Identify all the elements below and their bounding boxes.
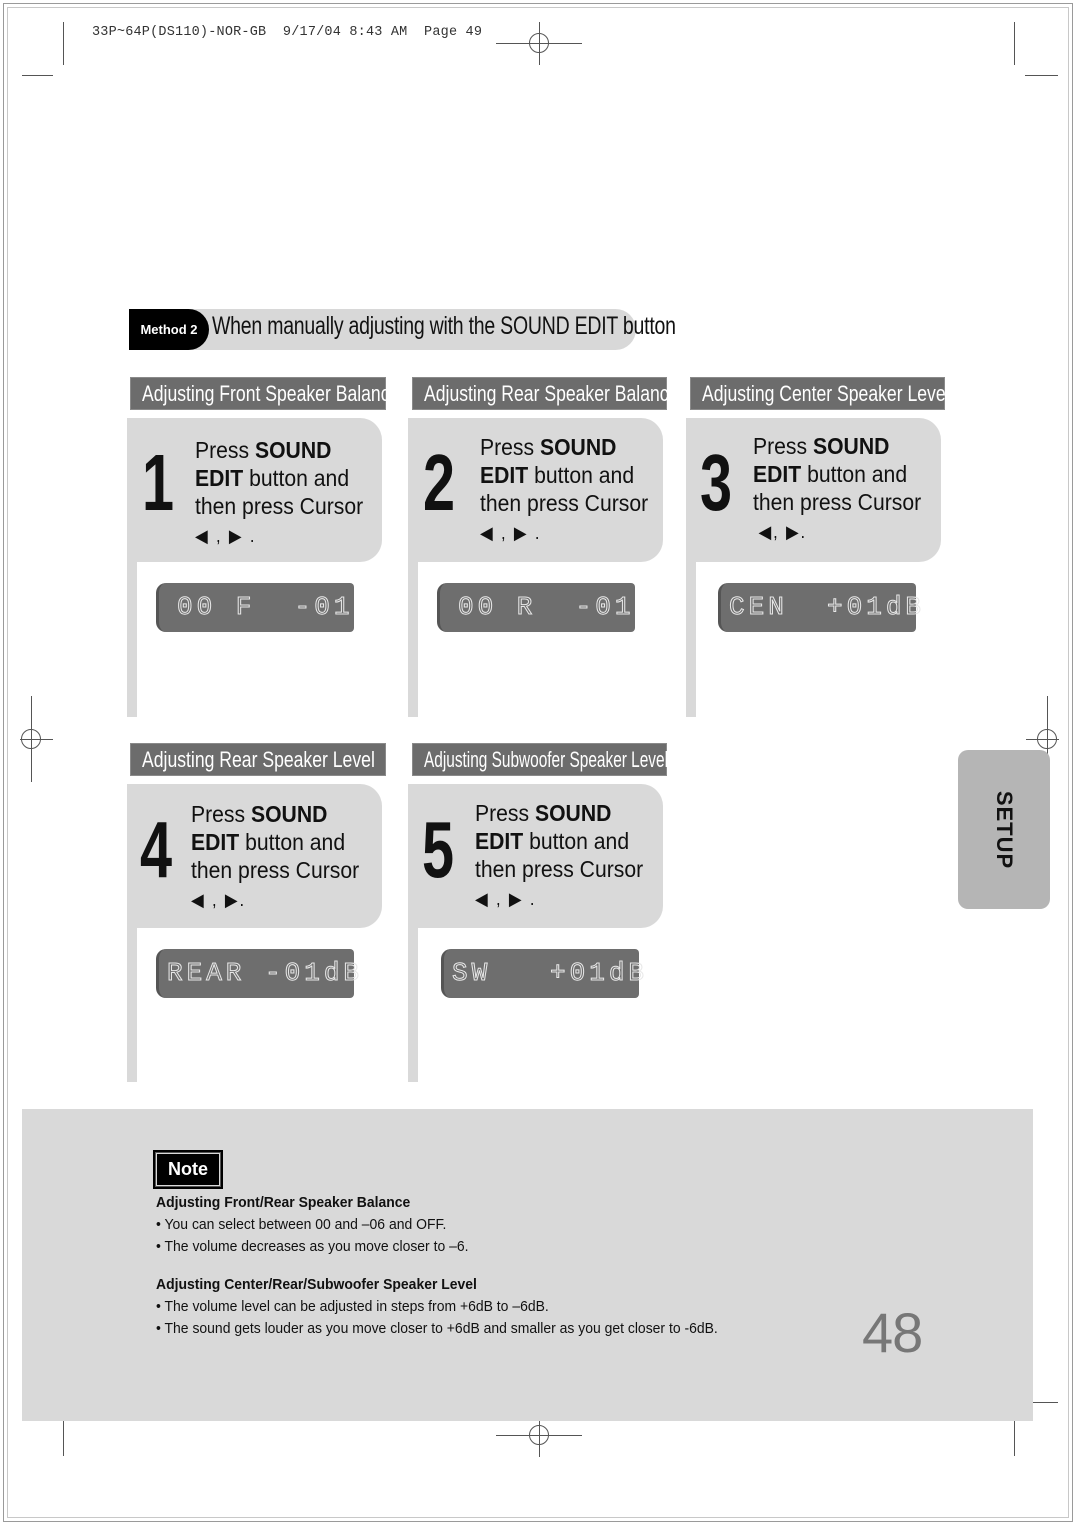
step-card-stem bbox=[408, 926, 418, 1082]
crop-mark bbox=[1014, 22, 1015, 65]
step-card-stem bbox=[686, 560, 696, 717]
lcd-display: SW +01dB bbox=[441, 949, 645, 998]
section-heading-subwoofer-level: Adjusting Subwoofer Speaker Level bbox=[412, 743, 667, 776]
method-title: When manually adjusting with the SOUND E… bbox=[212, 312, 676, 340]
lcd-readout: REAR -01dB bbox=[166, 958, 364, 989]
step-instruction: Press SOUND EDIT button and then press C… bbox=[195, 437, 364, 546]
lcd-readout: 00 R -01 bbox=[457, 592, 635, 623]
step-number: 2 bbox=[423, 438, 456, 527]
lcd-readout: SW +01dB bbox=[451, 958, 649, 989]
setup-tab-label: SETUP bbox=[992, 790, 1017, 870]
step-card-stem bbox=[127, 926, 137, 1082]
step-card-stem bbox=[408, 560, 418, 717]
cursor-arrows-icon: ◀ , ▶ . bbox=[195, 526, 257, 546]
cursor-arrows-icon: ◀ , ▶. bbox=[191, 890, 246, 910]
step-number: 4 bbox=[140, 805, 173, 894]
section-heading-center-level: Adjusting Center Speaker Level bbox=[690, 377, 945, 410]
method-badge: Method 2 bbox=[129, 309, 209, 350]
cursor-arrows-icon: ◀, ▶. bbox=[758, 522, 808, 542]
lcd-display: 00 R -01 bbox=[437, 583, 635, 632]
registration-mark-circle bbox=[1037, 729, 1057, 749]
crop-mark bbox=[63, 22, 64, 65]
page-number: 48 bbox=[862, 1301, 923, 1364]
step-card-stem bbox=[127, 560, 137, 717]
registration-mark-circle bbox=[21, 729, 41, 749]
step-number: 5 bbox=[422, 805, 455, 894]
lcd-readout: 00 F -01 bbox=[176, 592, 354, 623]
step-instruction: Press SOUND EDIT button and then press C… bbox=[191, 801, 360, 910]
step-number: 1 bbox=[142, 438, 175, 527]
lcd-readout: CEN +01dB bbox=[728, 592, 926, 623]
note-heading: Adjusting Front/Rear Speaker Balance bbox=[156, 1194, 411, 1211]
lcd-display: REAR -01dB bbox=[156, 949, 360, 998]
crop-mark bbox=[22, 75, 53, 76]
note-item: • The sound gets louder as you move clos… bbox=[156, 1320, 718, 1337]
lcd-display: CEN +01dB bbox=[718, 583, 922, 632]
cursor-arrows-icon: ◀ , ▶ . bbox=[480, 523, 542, 543]
step-instruction: Press SOUND EDIT button and then press C… bbox=[475, 800, 644, 909]
note-item: • The volume decreases as you move close… bbox=[156, 1238, 469, 1255]
print-slug: 33P~64P(DS110)-NOR-GB 9/17/04 8:43 AM Pa… bbox=[92, 25, 483, 40]
note-item: • The volume level can be adjusted in st… bbox=[156, 1298, 549, 1315]
section-heading-rear-balance: Adjusting Rear Speaker Balance bbox=[412, 377, 667, 410]
step-instruction: Press SOUND EDIT button and then press C… bbox=[480, 434, 649, 543]
registration-mark-circle bbox=[529, 1425, 549, 1445]
note-heading: Adjusting Center/Rear/Subwoofer Speaker … bbox=[156, 1276, 477, 1293]
crop-mark bbox=[1025, 75, 1058, 76]
note-badge: Note bbox=[155, 1152, 221, 1187]
lcd-display: 00 F -01 bbox=[156, 583, 354, 632]
cursor-arrows-icon: ◀ , ▶ . bbox=[475, 889, 537, 909]
section-heading-rear-level: Adjusting Rear Speaker Level bbox=[130, 743, 386, 776]
step-number: 3 bbox=[700, 438, 733, 527]
step-instruction: Press SOUND EDIT button and then press C… bbox=[753, 433, 922, 542]
section-heading-front-balance: Adjusting Front Speaker Balance bbox=[130, 377, 386, 410]
registration-mark-circle bbox=[529, 33, 549, 53]
note-item: • You can select between 00 and –06 and … bbox=[156, 1216, 447, 1233]
